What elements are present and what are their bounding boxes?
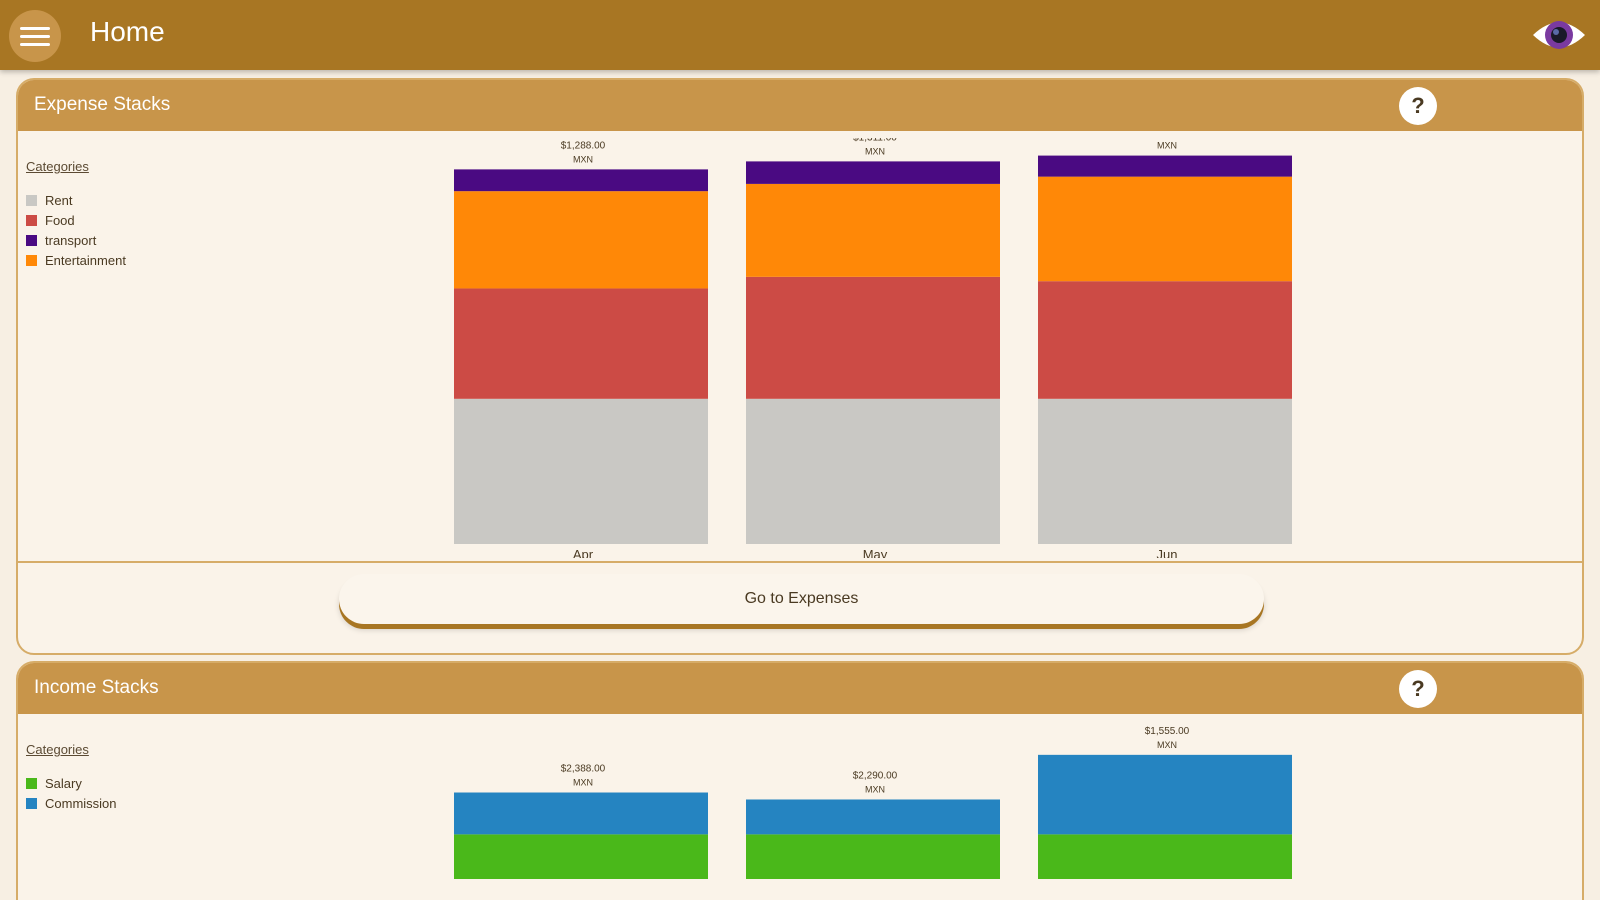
bar-currency-label: MXN — [573, 778, 593, 788]
x-tick-label: May — [863, 547, 888, 558]
bar-total-label: $1,288.00 — [561, 140, 606, 151]
bar-segment — [746, 834, 1000, 879]
bar-segment — [1038, 176, 1292, 282]
bar-segment — [746, 799, 1000, 835]
bar-segment — [1038, 754, 1292, 835]
bar-total-label: $1,555.00 — [1145, 726, 1190, 737]
help-button[interactable]: ? — [1399, 87, 1437, 125]
bar-segment — [454, 792, 708, 835]
expense-stacks-card: Expense Stacks ? Categories Rent Food tr… — [16, 78, 1584, 655]
hamburger-icon — [20, 42, 50, 46]
bar-segment — [1038, 155, 1292, 177]
bar-total-label: $2,388.00 — [561, 764, 606, 775]
card-title: Income Stacks — [34, 677, 159, 698]
bar-segment — [746, 398, 1000, 544]
income-stacked-bar-chart: $2,388.00 MXN $2,290.00 MXN $1,555.00 MXN — [454, 726, 1292, 879]
go-to-expenses-button[interactable]: Go to Expenses — [339, 574, 1264, 624]
bar-segment — [746, 161, 1000, 184]
card-title: Expense Stacks — [34, 94, 171, 115]
card-header: Expense Stacks ? — [18, 80, 1582, 131]
bar-currency-label: MXN — [1157, 141, 1177, 151]
page-title: Home — [90, 16, 165, 47]
bar-segment — [454, 834, 708, 879]
eye-icon[interactable] — [1531, 12, 1587, 58]
divider — [18, 561, 1582, 563]
expense-stacked-bar-chart: $1,288.00MXNApr$1,311.00MXNMay$1,319.00M… — [454, 138, 1292, 558]
bar-segment — [454, 191, 708, 289]
bar-currency-label: MXN — [865, 146, 885, 156]
bar-currency-label: MXN — [1157, 740, 1177, 750]
help-button[interactable]: ? — [1399, 670, 1437, 708]
bar-segment — [454, 169, 708, 192]
card-header: Income Stacks ? — [18, 663, 1582, 714]
bar-segment — [1038, 281, 1292, 399]
bar-segment — [454, 288, 708, 399]
bar-currency-label: MXN — [573, 154, 593, 164]
income-stacks-card: Income Stacks ? Categories Salary Commis… — [16, 661, 1584, 900]
app-bar: Home — [0, 0, 1600, 70]
menu-button[interactable] — [9, 10, 61, 62]
x-tick-label: Jun — [1157, 547, 1178, 558]
bar-segment — [1038, 398, 1292, 544]
bar-total-label: $1,311.00 — [853, 138, 897, 143]
bar-currency-label: MXN — [865, 784, 885, 794]
x-tick-label: Apr — [573, 547, 594, 558]
hamburger-icon — [20, 34, 50, 38]
bar-segment — [746, 183, 1000, 277]
hamburger-icon — [20, 26, 50, 30]
bar-total-label: $2,290.00 — [853, 770, 898, 781]
bar-segment — [454, 398, 708, 544]
bar-segment — [746, 276, 1000, 399]
bar-segment — [1038, 834, 1292, 879]
